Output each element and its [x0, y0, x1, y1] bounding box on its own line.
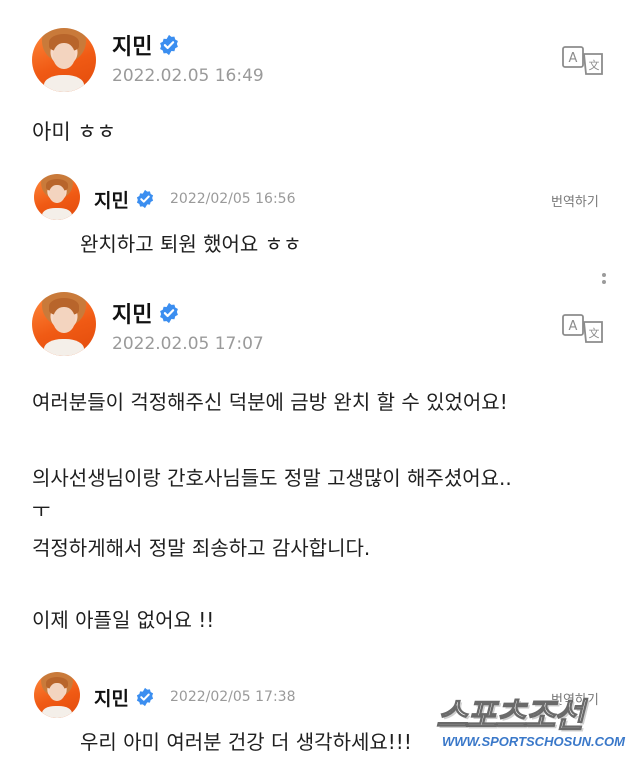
svg-text:文: 文 — [589, 326, 600, 340]
post-body-line: ㅜ — [32, 498, 51, 522]
post-timestamp: 2022.02.05 16:49 — [112, 66, 264, 86]
verified-badge-icon — [136, 687, 154, 707]
author-name[interactable]: 지민 — [112, 29, 152, 61]
author-name[interactable]: 지민 — [94, 684, 129, 711]
avatar[interactable] — [34, 672, 80, 718]
post-body: 아미 ㅎㅎ — [32, 120, 116, 144]
reply-body: 완치하고 퇴원 했어요 ㅎㅎ — [80, 232, 302, 256]
avatar[interactable] — [34, 174, 80, 220]
more-options-icon[interactable] — [602, 270, 606, 287]
author-name[interactable]: 지민 — [94, 186, 129, 213]
avatar[interactable] — [32, 28, 96, 92]
verified-badge-icon — [160, 302, 179, 324]
reply-timestamp: 2022/02/05 17:38 — [170, 689, 296, 705]
author-name[interactable]: 지민 — [112, 297, 152, 329]
avatar[interactable] — [32, 292, 96, 356]
translate-button[interactable]: 번역하기 — [551, 191, 599, 210]
svg-text:A: A — [569, 319, 578, 334]
post-body-line: 의사선생님이랑 간호사님들도 정말 고생많이 해주셨어요.. — [32, 466, 512, 490]
verified-badge-icon — [160, 34, 179, 56]
watermark-url: WWW.SPORTSCHOSUN.COM — [442, 734, 625, 749]
post-body-line: 여러분들이 걱정해주신 덕분에 금방 완치 할 수 있었어요! — [32, 390, 508, 414]
svg-text:A: A — [569, 51, 578, 66]
translate-icon[interactable]: A 文 — [562, 44, 606, 76]
post-body-line: 걱정하게해서 정말 죄송하고 감사합니다. — [32, 536, 371, 560]
translate-icon[interactable]: A 文 — [562, 312, 606, 344]
verified-badge-icon — [136, 189, 154, 209]
post-body-line: 이제 아플일 없어요 !! — [32, 608, 215, 632]
watermark-logo: 스포츠조선 — [435, 695, 585, 736]
post-timestamp: 2022.02.05 17:07 — [112, 334, 264, 354]
reply-timestamp: 2022/02/05 16:56 — [170, 191, 296, 207]
reply-body: 우리 아미 여러분 건강 더 생각하세요!!! — [80, 730, 412, 754]
svg-text:文: 文 — [589, 58, 600, 72]
